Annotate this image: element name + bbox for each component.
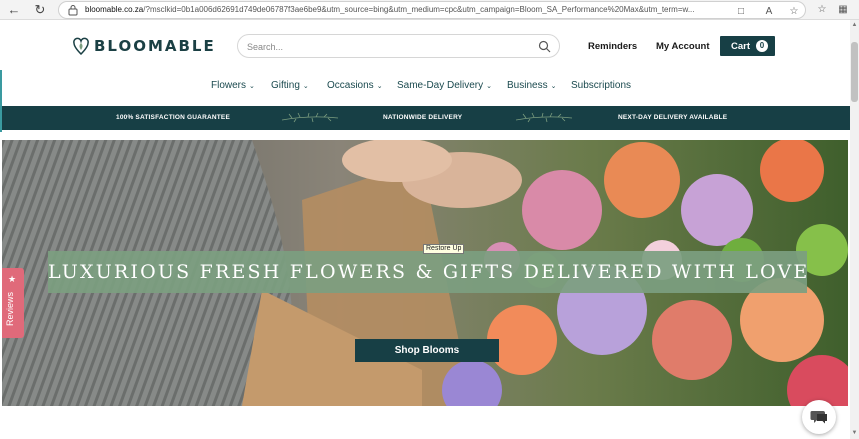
address-bar[interactable]: bloomable.co.za/?msclkid=0b1a006d62691d7…	[58, 1, 806, 19]
chevron-down-icon: ⌄	[486, 83, 493, 90]
nav-business[interactable]: Business ⌄	[507, 80, 556, 91]
nav-same-day-delivery[interactable]: Same-Day Delivery ⌄	[397, 80, 492, 91]
chat-bubble-icon	[810, 411, 827, 424]
search-icon[interactable]	[538, 40, 551, 53]
nav-gifting-label: Gifting	[271, 80, 300, 91]
browser-toolbar: ← ↻ bloomable.co.za/?msclkid=0b1a006d626…	[0, 0, 859, 20]
reviews-label: Reviews	[5, 291, 15, 326]
search-input[interactable]	[247, 39, 527, 54]
main-nav: Flowers ⌄ Gifting ⌄ Occasions ⌄ Same-Day De…	[0, 80, 850, 94]
nav-same-day-label: Same-Day Delivery	[397, 80, 484, 91]
cart-button[interactable]: Cart 0	[720, 36, 775, 56]
chevron-down-icon: ⌄	[550, 83, 557, 90]
nav-flowers-label: Flowers	[211, 80, 247, 91]
chevron-down-icon: ⌄	[376, 83, 383, 90]
nav-occasions-label: Occasions	[327, 80, 374, 91]
lock-icon[interactable]	[67, 4, 79, 16]
scrollbar-thumb[interactable]	[851, 42, 858, 102]
my-account-link[interactable]: My Account	[656, 41, 709, 52]
sprig-divider-icon	[281, 112, 339, 123]
search-box[interactable]	[237, 34, 560, 58]
hero-banner: LUXURIOUS FRESH FLOWERS & GIFTS DELIVERE…	[2, 140, 848, 406]
sprig-divider-icon	[515, 112, 573, 123]
cart-label: Cart	[731, 41, 751, 52]
logo-text: BLOOMABLE	[94, 37, 216, 55]
favorites-bar-icon[interactable]: ☆	[815, 3, 829, 17]
scroll-up-icon[interactable]: ▲	[850, 21, 859, 30]
refresh-icon[interactable]: ↻	[32, 2, 48, 18]
collections-icon[interactable]: ▦	[836, 3, 850, 17]
chat-button[interactable]	[802, 400, 836, 434]
favorite-icon[interactable]: ☆	[787, 5, 801, 19]
chevron-down-icon: ⌄	[249, 83, 255, 90]
restore-tooltip: Restore Up	[423, 244, 465, 254]
usp-banner: 100% SATISFACTION GUARANTEE NATIONWIDE D…	[2, 106, 850, 130]
scroll-down-icon[interactable]: ▼	[850, 429, 859, 438]
shop-blooms-button[interactable]: Shop Blooms	[355, 339, 499, 362]
headline-band: LUXURIOUS FRESH FLOWERS & GIFTS DELIVERE…	[48, 251, 807, 293]
nav-gifting[interactable]: Gifting ⌄	[271, 80, 309, 91]
nav-flowers[interactable]: Flowers ⌄	[211, 80, 255, 91]
nav-occasions[interactable]: Occasions ⌄	[327, 80, 383, 91]
usp-next-day: NEXT-DAY DELIVERY AVAILABLE	[618, 114, 728, 121]
vertical-scrollbar[interactable]: ▲ ▼	[850, 20, 859, 439]
nav-subscriptions-label: Subscriptions	[571, 80, 632, 91]
reader-icon[interactable]: A	[762, 5, 776, 19]
usp-nationwide: NATIONWIDE DELIVERY	[383, 114, 463, 121]
site-logo[interactable]: BLOOMABLE	[73, 36, 216, 56]
url-path: /?msclkid=0b1a006d62691d749de06787f3ae6b…	[143, 5, 695, 14]
nav-subscriptions[interactable]: Subscriptions	[571, 80, 631, 91]
heart-leaf-icon	[73, 37, 89, 55]
address-url: bloomable.co.za/?msclkid=0b1a006d62691d7…	[85, 5, 715, 14]
star-icon: ★	[8, 274, 17, 284]
back-icon[interactable]: ←	[6, 2, 22, 18]
url-domain: bloomable.co.za	[85, 5, 144, 14]
usp-guarantee: 100% SATISFACTION GUARANTEE	[116, 114, 230, 121]
cart-count-badge: 0	[756, 40, 768, 52]
reviews-tab[interactable]: ★ Reviews	[2, 268, 24, 338]
tab-icon[interactable]: □	[734, 5, 748, 19]
nav-business-label: Business	[507, 80, 548, 91]
chevron-down-icon: ⌄	[302, 83, 309, 90]
reminders-link[interactable]: Reminders	[588, 41, 637, 52]
hero-headline: LUXURIOUS FRESH FLOWERS & GIFTS DELIVERE…	[48, 261, 810, 283]
